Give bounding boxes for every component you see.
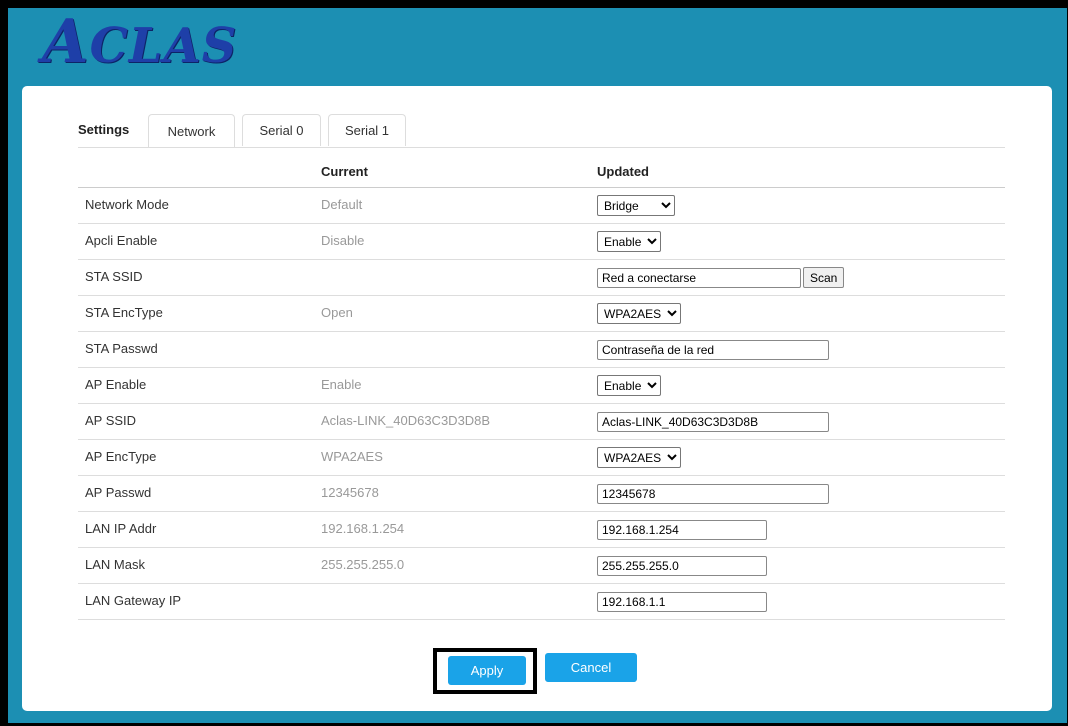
table-row: STA SSID Scan: [78, 259, 1005, 296]
row-current-sta-enctype: Open: [321, 295, 597, 332]
logo-letter-a: A: [42, 7, 90, 77]
row-updated-ap-enctype: WPA2AES: [597, 439, 1005, 476]
row-label-sta-ssid: STA SSID: [78, 259, 321, 296]
sta-enctype-select[interactable]: WPA2AES: [597, 303, 681, 324]
logo-letters: CLAS: [89, 18, 238, 74]
app-frame: ACLAS Settings Network Serial 0 Serial 1…: [8, 8, 1067, 723]
row-updated-ap-passwd: [597, 475, 1005, 512]
row-updated-network-mode: Bridge: [597, 187, 1005, 224]
apcli-enable-select[interactable]: Enable: [597, 231, 661, 252]
tab-bar: Settings Network Serial 0 Serial 1: [78, 110, 1005, 148]
row-label-ap-enctype: AP EncType: [78, 439, 321, 476]
row-current-sta-passwd: [321, 331, 597, 368]
lan-mask-input[interactable]: [597, 555, 767, 576]
row-label-lan-gateway-ip: LAN Gateway IP: [78, 583, 321, 620]
row-label-ap-enable: AP Enable: [78, 367, 321, 404]
header-label: [78, 156, 321, 188]
aclas-logo: ACLAS: [42, 12, 237, 76]
row-current-ap-ssid: Aclas-LINK_40D63C3D3D8B: [321, 403, 597, 440]
row-label-lan-mask: LAN Mask: [78, 547, 321, 584]
row-label-apcli-enable: Apcli Enable: [78, 223, 321, 260]
row-label-lan-ip-addr: LAN IP Addr: [78, 511, 321, 548]
row-current-sta-ssid: [321, 259, 597, 296]
tab-serial-1[interactable]: Serial 1: [328, 114, 406, 146]
row-updated-ap-ssid: [597, 403, 1005, 440]
row-current-ap-enctype: WPA2AES: [321, 439, 597, 476]
row-updated-sta-passwd: [597, 331, 1005, 368]
table-row: AP SSID Aclas-LINK_40D63C3D3D8B: [78, 403, 1005, 440]
table-row: STA Passwd: [78, 331, 1005, 368]
row-current-lan-ip-addr: 192.168.1.254: [321, 511, 597, 548]
row-updated-sta-ssid: Scan: [597, 259, 1005, 296]
row-current-ap-passwd: 12345678: [321, 475, 597, 512]
table-row: Apcli Enable Disable Enable: [78, 223, 1005, 260]
sta-passwd-input[interactable]: [597, 339, 829, 360]
row-label-ap-passwd: AP Passwd: [78, 475, 321, 512]
table-row: LAN Mask 255.255.255.0: [78, 547, 1005, 584]
table-row: LAN IP Addr 192.168.1.254: [78, 511, 1005, 548]
row-updated-apcli-enable: Enable: [597, 223, 1005, 260]
row-current-ap-enable: Enable: [321, 367, 597, 404]
row-updated-ap-enable: Enable: [597, 367, 1005, 404]
settings-panel: Settings Network Serial 0 Serial 1 Curre…: [22, 86, 1052, 711]
apply-button[interactable]: Apply: [448, 656, 526, 685]
ap-enable-select[interactable]: Enable: [597, 375, 661, 396]
row-current-network-mode: Default: [321, 187, 597, 224]
header-updated: Updated: [597, 156, 1005, 188]
table-header-row: Current Updated: [78, 156, 1005, 188]
row-label-sta-passwd: STA Passwd: [78, 331, 321, 368]
lan-ip-addr-input[interactable]: [597, 519, 767, 540]
table-row: Network Mode Default Bridge: [78, 187, 1005, 224]
row-current-lan-gateway-ip: [321, 583, 597, 620]
table-row: AP EncType WPA2AES WPA2AES: [78, 439, 1005, 476]
sta-ssid-input[interactable]: [597, 267, 801, 288]
scan-button[interactable]: Scan: [803, 267, 845, 288]
row-label-ap-ssid: AP SSID: [78, 403, 321, 440]
row-label-sta-enctype: STA EncType: [78, 295, 321, 332]
row-label-network-mode: Network Mode: [78, 187, 321, 224]
row-updated-lan-mask: [597, 547, 1005, 584]
action-bar: Apply Cancel: [22, 648, 1052, 698]
table-row: AP Enable Enable Enable: [78, 367, 1005, 404]
cancel-button[interactable]: Cancel: [545, 653, 637, 682]
ap-passwd-input[interactable]: [597, 483, 829, 504]
row-updated-lan-ip-addr: [597, 511, 1005, 548]
row-updated-lan-gateway-ip: [597, 583, 1005, 620]
table-row: AP Passwd 12345678: [78, 475, 1005, 512]
network-settings-table: Current Updated Network Mode Default Bridg…: [78, 156, 1005, 620]
table-row: LAN Gateway IP: [78, 583, 1005, 620]
ap-enctype-select[interactable]: WPA2AES: [597, 447, 681, 468]
row-current-apcli-enable: Disable: [321, 223, 597, 260]
header-current: Current: [321, 156, 597, 188]
tab-serial-0[interactable]: Serial 0: [242, 114, 321, 146]
ap-ssid-input[interactable]: [597, 411, 829, 432]
table-body: Network Mode Default Bridge Apcli Enable Dis…: [78, 187, 1005, 620]
row-updated-sta-enctype: WPA2AES: [597, 295, 1005, 332]
settings-heading: Settings: [78, 122, 130, 137]
table-row: STA EncType Open WPA2AES: [78, 295, 1005, 332]
row-current-lan-mask: 255.255.255.0: [321, 547, 597, 584]
tab-network[interactable]: Network: [148, 114, 235, 147]
network-mode-select[interactable]: Bridge: [597, 195, 675, 216]
lan-gateway-ip-input[interactable]: [597, 591, 767, 612]
